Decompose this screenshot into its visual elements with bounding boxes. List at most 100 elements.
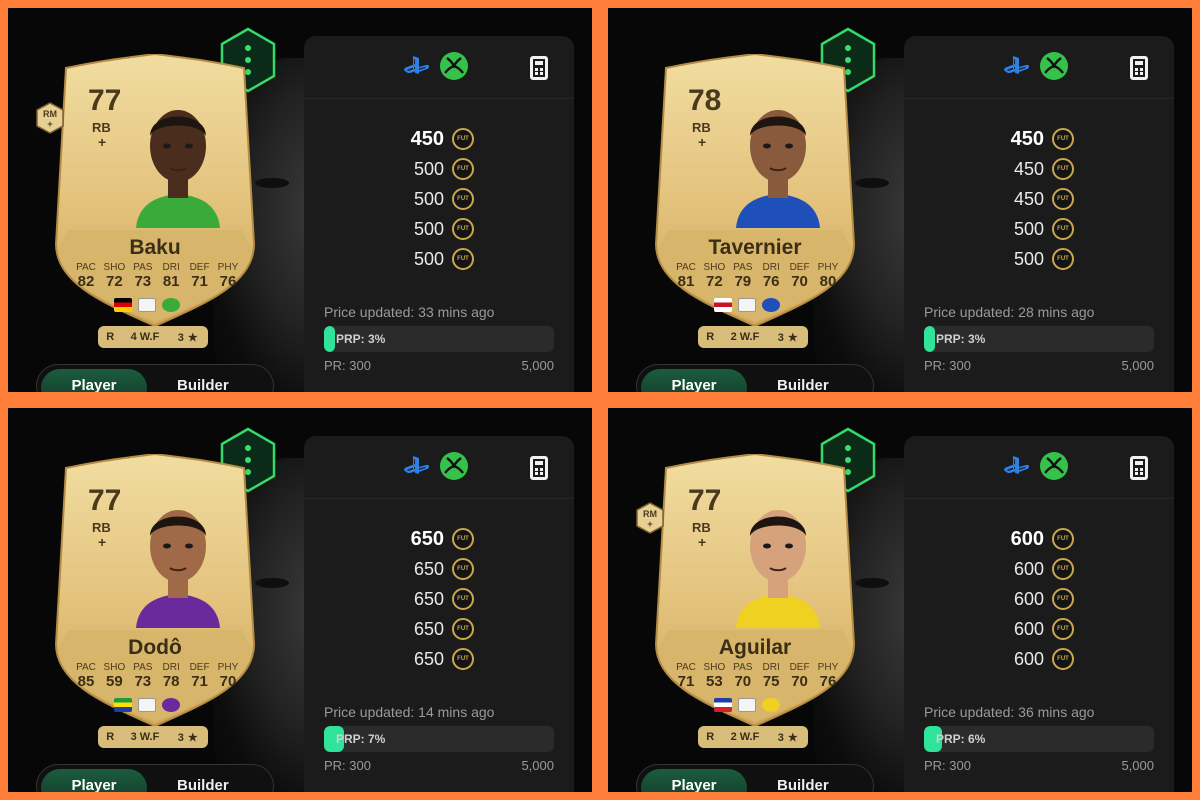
price-row: 450 FUT [394, 124, 524, 154]
price-value: 600 [1013, 558, 1044, 579]
position-plus: + [698, 134, 707, 150]
tab-player[interactable]: Player [641, 769, 747, 792]
stat-value: 76 [219, 273, 237, 290]
tab-builder[interactable]: Builder [777, 377, 829, 392]
skill-moves: 3 ★ [774, 331, 802, 344]
calculator-icon[interactable] [530, 456, 548, 480]
alt-position-label: RM [643, 509, 657, 519]
playstation-icon[interactable] [402, 54, 432, 78]
price-panel: 450 FUT 450 FUT 450 FUT 500 FUT 500 FUT Price upda… [904, 36, 1174, 392]
calculator-icon[interactable] [1130, 456, 1148, 480]
stat-value: 72 [106, 273, 123, 290]
overall-rating: 77 [88, 484, 122, 517]
xbox-icon[interactable] [440, 452, 468, 480]
club-crest-icon [762, 298, 780, 312]
league-logo-icon [738, 698, 756, 712]
stat-value: 76 [819, 673, 837, 690]
tab-builder[interactable]: Builder [177, 777, 229, 792]
player-name: Aguilar [718, 636, 792, 659]
stat-dri: DRI 75 [757, 662, 785, 690]
league-logo-icon [138, 698, 156, 712]
player-card[interactable]: RM +77 RB + Aguilar PAC 71 SHO 53 PAS 70 DRI 75 DEF 7… [636, 454, 856, 726]
stat-label: PHY [217, 662, 239, 673]
stat-sho: SHO 72 [100, 262, 128, 290]
fut-coin-icon: FUT [452, 618, 474, 640]
preferred-foot: R [706, 331, 715, 343]
tab-player[interactable]: Player [41, 369, 147, 392]
tab-builder[interactable]: Builder [777, 777, 829, 792]
stat-label: DEF [789, 262, 810, 273]
tab-player[interactable]: Player [41, 769, 147, 792]
price-range-max: 5,000 [521, 358, 554, 373]
stat-pac: PAC 81 [672, 262, 700, 290]
xbox-icon[interactable] [1040, 452, 1068, 480]
player-name: Baku [129, 236, 181, 259]
price-updated-text: Price updated: 28 mins ago [924, 304, 1095, 320]
stat-def: DEF 70 [786, 262, 814, 290]
calculator-icon[interactable] [1130, 56, 1148, 80]
stat-sho: SHO 59 [100, 662, 128, 690]
xbox-icon[interactable] [1040, 52, 1068, 80]
club-crest-icon [162, 698, 180, 712]
stat-pac: PAC 85 [72, 662, 100, 690]
weak-foot: 4 W.F [130, 331, 160, 343]
stat-value: 82 [77, 273, 95, 290]
player-stats: PAC 71 SHO 53 PAS 70 DRI 75 DEF 70 PHY 76 [672, 662, 842, 690]
calculator-key [1140, 468, 1143, 471]
stat-label: SHO [103, 262, 126, 273]
stat-value: 59 [106, 673, 123, 690]
position-plus: + [98, 534, 107, 550]
fut-coin-icon: FUT [1052, 648, 1074, 670]
player-traits: R 3 W.F 3 ★ [98, 726, 208, 748]
fut-coin-icon: FUT [452, 218, 474, 240]
xbox-icon[interactable] [440, 52, 468, 80]
stat-label: DEF [189, 262, 210, 273]
playstation-icon[interactable] [1002, 54, 1032, 78]
stat-label: SHO [703, 262, 726, 273]
player-card[interactable]: RM +77 RB + Baku PAC 82 SHO 72 PAS 73 DRI 81 DEF 71 PH… [36, 54, 256, 326]
calculator-key [1135, 72, 1138, 75]
fut-coin-icon: FUT [1052, 218, 1074, 240]
nation-flag-icon [714, 298, 732, 312]
stat-dri: DRI 81 [157, 262, 185, 290]
fut-coin-icon: FUT [1052, 248, 1074, 270]
price-value: 600 [1013, 648, 1044, 669]
stat-value: 78 [162, 673, 180, 690]
calculator-icon[interactable] [530, 56, 548, 80]
stat-pas: PAS 79 [729, 262, 757, 290]
price-row: 650 FUT [394, 554, 524, 584]
price-panel: 650 FUT 650 FUT 650 FUT 650 FUT 650 FUT Price upda… [304, 436, 574, 792]
price-value: 500 [1013, 248, 1044, 269]
prp-progress-bar: PRP: 7% [324, 726, 554, 752]
price-value: 600 [1013, 588, 1044, 609]
player-card[interactable]: 78 RB + Tavernier PAC 81 SHO 72 PAS 79 DRI 76 DEF 70… [654, 54, 856, 326]
prp-label: PRP: 3% [936, 332, 986, 346]
fut-coin-icon: FUT [1052, 128, 1074, 150]
price-value: 600 [1013, 618, 1044, 639]
weak-foot: 2 W.F [730, 331, 760, 343]
stat-value: 73 [134, 673, 152, 690]
player-portrait [728, 90, 828, 228]
player-card[interactable]: 77 RB + Dodô PAC 85 SHO 59 PAS 73 DRI 78 DEF 71 PHY 70 [54, 454, 256, 726]
tab-player[interactable]: Player [641, 369, 747, 392]
skill-moves-value: 3 [777, 731, 784, 744]
overall-rating: 77 [688, 484, 722, 517]
price-range-min: PR: 300 [324, 758, 371, 773]
stat-phy: PHY 70 [214, 662, 242, 690]
calculator-key [540, 68, 543, 71]
price-range-min: PR: 300 [924, 358, 971, 373]
playstation-icon[interactable] [402, 454, 432, 478]
price-row: 500 FUT [394, 154, 524, 184]
skill-moves: 3 ★ [174, 731, 202, 744]
overall-rating: 78 [688, 84, 722, 117]
price-range-min: PR: 300 [924, 758, 971, 773]
tab-builder[interactable]: Builder [177, 377, 229, 392]
fut-coin-icon: FUT [452, 558, 474, 580]
player-panel: 450 FUT 450 FUT 450 FUT 500 FUT 500 FUT Price upda… [608, 8, 1192, 392]
calculator-key [535, 72, 538, 75]
player-portrait [128, 490, 228, 628]
playstation-icon[interactable] [1002, 454, 1032, 478]
calculator-key [535, 68, 538, 71]
stat-label: DEF [189, 662, 210, 673]
price-updated-text: Price updated: 33 mins ago [324, 304, 495, 320]
